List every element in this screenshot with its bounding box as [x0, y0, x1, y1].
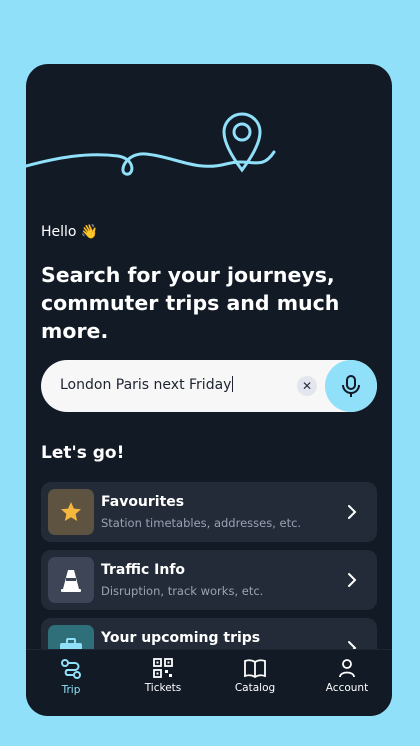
book-icon [244, 659, 266, 678]
card-title: Traffic Info [101, 562, 186, 578]
tab-account[interactable]: Account [312, 658, 382, 694]
tab-label: Tickets [144, 682, 182, 694]
chevron-right-icon [348, 505, 357, 519]
tab-trip[interactable]: Trip [36, 658, 106, 696]
star-icon [48, 489, 94, 535]
tab-label: Catalog [234, 682, 276, 694]
chevron-right-icon [348, 573, 357, 587]
card-subtitle: Disruption, track works, etc. [101, 584, 264, 598]
tab-label: Account [325, 682, 369, 694]
voice-search-button[interactable] [325, 360, 377, 412]
route-icon [61, 659, 81, 679]
card-title: Favourites [101, 494, 185, 510]
favourites-card[interactable]: Favourites Station timetables, addresses… [41, 482, 377, 542]
card-subtitle: Station timetables, addresses, etc. [101, 516, 302, 530]
tab-catalog[interactable]: Catalog [220, 658, 290, 694]
bottom-tab-bar: Trip Tickets Catalog Account [26, 649, 392, 716]
section-title: Let's go! [41, 443, 125, 463]
person-icon [339, 659, 355, 678]
traffic-cone-icon [48, 557, 94, 603]
qr-code-icon [153, 658, 173, 678]
tab-label: Trip [61, 684, 81, 696]
app-screen: Hello 👋 Search for your journeys, commut… [26, 64, 392, 716]
close-icon: ✕ [301, 379, 313, 393]
traffic-info-card[interactable]: Traffic Info Disruption, track works, et… [41, 550, 377, 610]
text-caret [232, 376, 234, 392]
search-bar[interactable]: London Paris next Friday ✕ [41, 360, 377, 412]
microphone-icon [342, 375, 360, 397]
page-headline: Search for your journeys, commuter trips… [41, 263, 340, 343]
tab-tickets[interactable]: Tickets [128, 658, 198, 694]
search-input[interactable]: London Paris next Friday [60, 376, 234, 393]
card-title: Your upcoming trips [101, 630, 261, 646]
clear-search-button[interactable]: ✕ [297, 376, 317, 396]
greeting: Hello 👋 [41, 224, 99, 240]
